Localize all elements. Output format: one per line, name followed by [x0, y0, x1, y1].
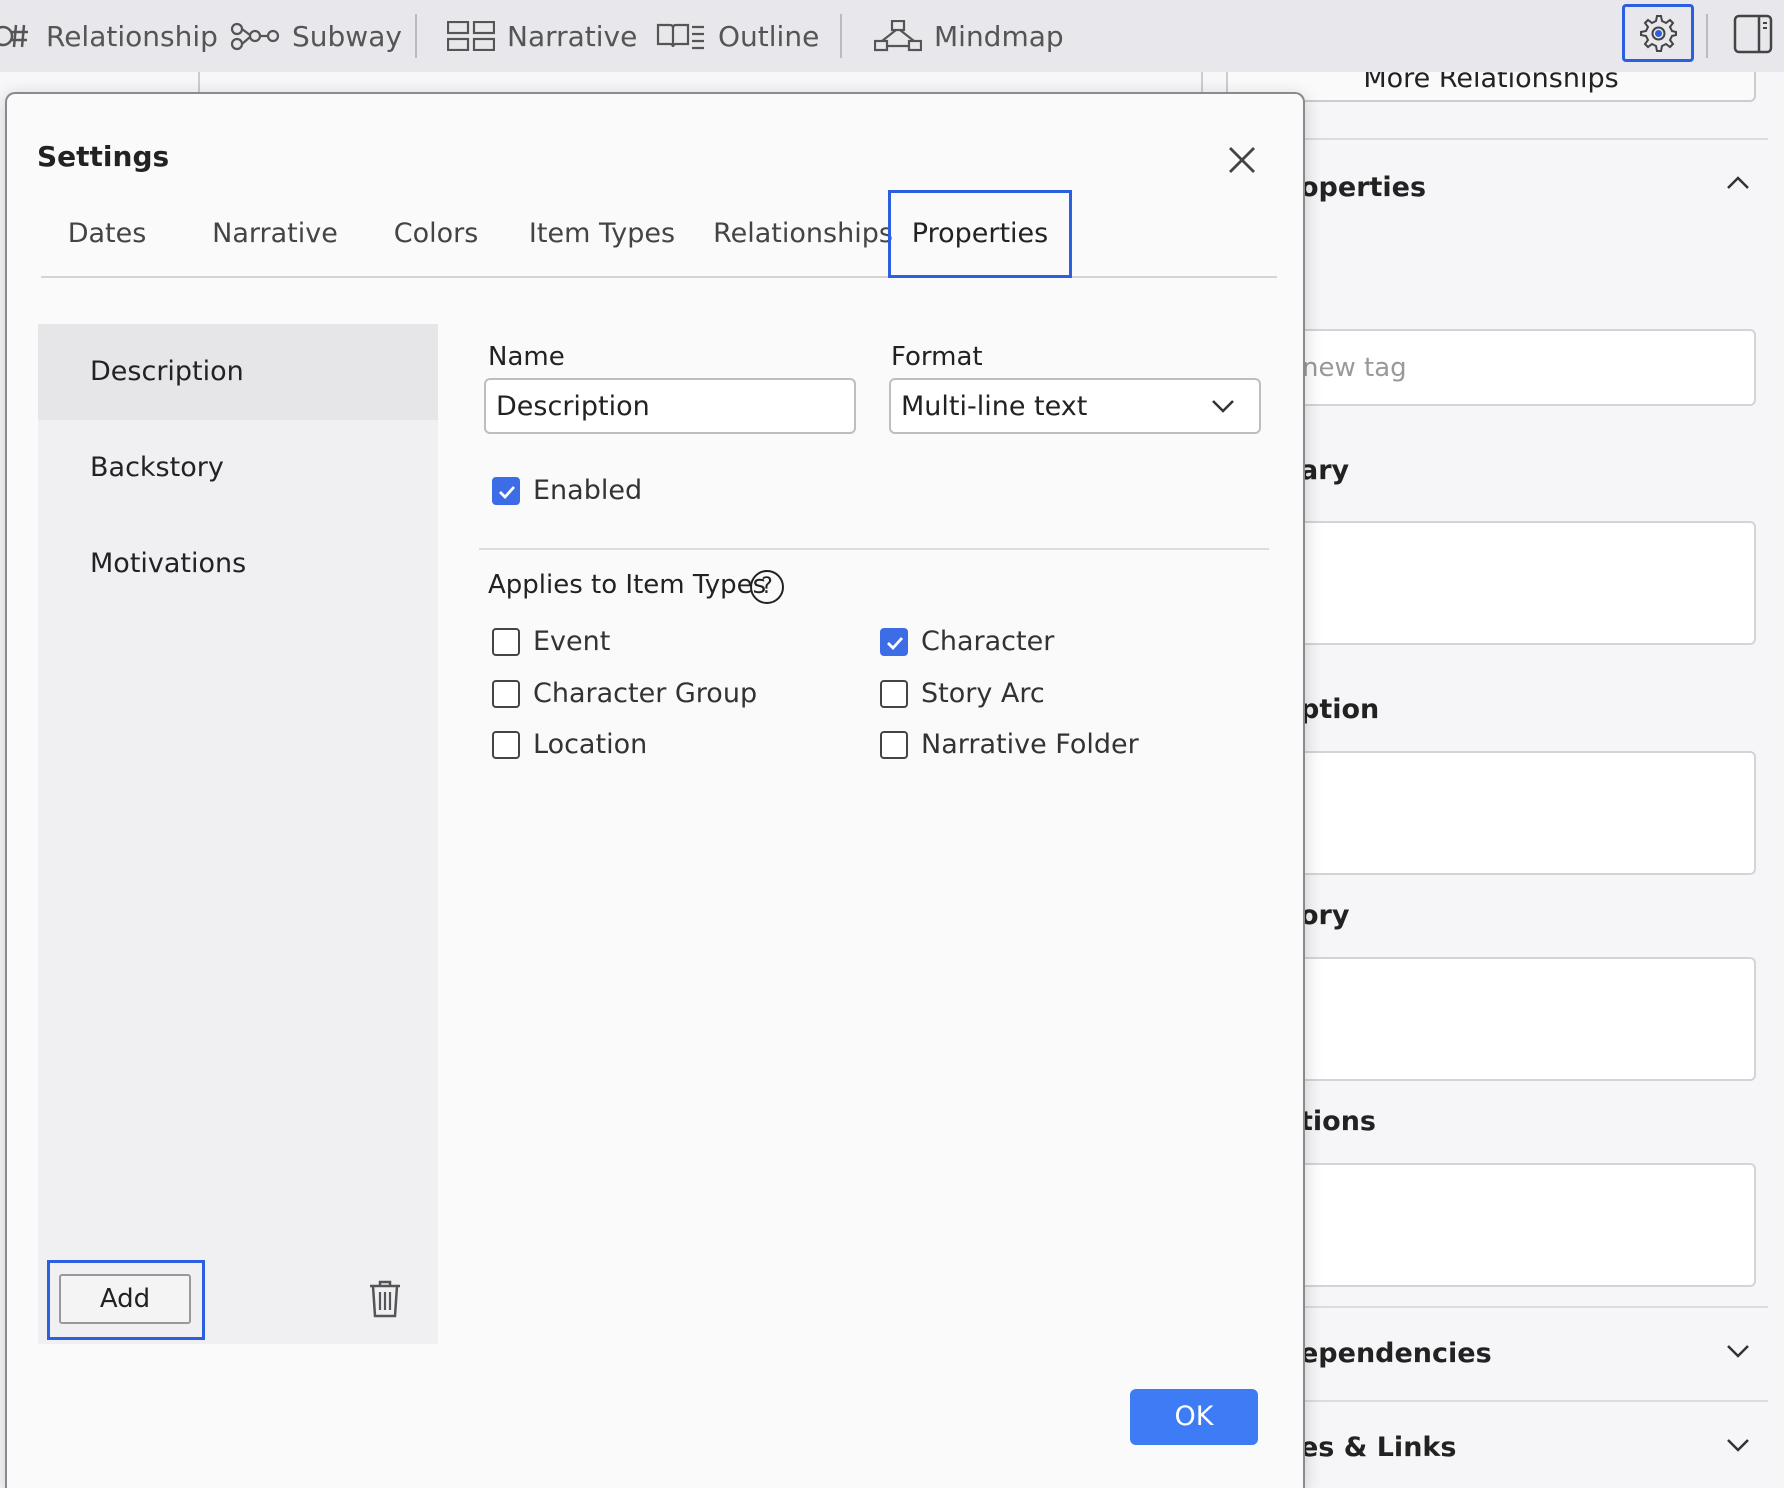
format-select[interactable]: Multi-line text [889, 378, 1261, 434]
item-type-narrative-folder-checkbox[interactable] [880, 731, 908, 759]
side-panel-icon [1733, 14, 1773, 54]
panel-divider [1226, 1306, 1768, 1308]
settings-button[interactable] [1622, 4, 1694, 62]
relationship-icon [0, 24, 28, 48]
item-type-character-group-checkbox[interactable] [492, 680, 520, 708]
gear-icon [1640, 15, 1677, 52]
property-item-backstory[interactable]: Backstory [38, 420, 438, 516]
dependencies-label: ependencies [1300, 1338, 1492, 1369]
chevron-down-icon[interactable] [1726, 1344, 1750, 1360]
mindmap-icon [874, 20, 922, 52]
chevron-down-icon[interactable] [1726, 1438, 1750, 1454]
toolbar-separator [1706, 14, 1708, 58]
subway-icon [230, 22, 280, 51]
trash-icon[interactable] [368, 1279, 402, 1319]
item-type-location-checkbox[interactable] [492, 731, 520, 759]
item-type-character-label: Character [921, 626, 1055, 657]
tab-dates[interactable]: Dates [41, 190, 173, 278]
toolbar-relationship-label: Relationship [46, 19, 218, 53]
settings-dialog: Settings Dates Narrative Colors Item Typ… [5, 92, 1305, 1488]
help-icon[interactable]: ? [750, 570, 784, 604]
tag-input[interactable]: new tag [1226, 329, 1756, 406]
form-divider [479, 548, 1269, 550]
outline-icon [656, 23, 704, 50]
panel-divider [1226, 138, 1768, 140]
tab-relationships[interactable]: Relationships [688, 190, 918, 278]
backstory-label: ory [1300, 900, 1350, 931]
enabled-label: Enabled [533, 475, 643, 506]
background-content-edge [198, 72, 1203, 92]
description-field[interactable] [1226, 751, 1756, 875]
toolbar-outline-label: Outline [718, 19, 820, 53]
toolbar-relationship[interactable]: Relationship [0, 0, 218, 72]
description-label: ption [1300, 694, 1380, 725]
chevron-down-icon [1212, 400, 1234, 413]
item-type-event-checkbox[interactable] [492, 628, 520, 656]
close-icon[interactable] [1222, 140, 1262, 180]
toolbar-subway-label: Subway [292, 19, 402, 53]
toolbar-outline[interactable]: Outline [656, 0, 819, 72]
item-type-location-label: Location [533, 729, 648, 760]
toolbar-separator [415, 14, 417, 58]
item-type-narrative-folder-label: Narrative Folder [921, 729, 1139, 760]
applies-to-item-types-label: Applies to Item Types [488, 570, 767, 600]
top-toolbar: Relationship Subway Narrative Outline Mi… [0, 0, 1784, 72]
item-type-character-checkbox[interactable] [880, 628, 908, 656]
settings-tabs: Dates Narrative Colors Item Types Relati… [41, 190, 1277, 278]
backstory-field[interactable] [1226, 957, 1756, 1081]
name-input[interactable] [484, 378, 856, 434]
chevron-up-icon[interactable] [1726, 174, 1750, 190]
toolbar-mindmap[interactable]: Mindmap [874, 0, 1064, 72]
motivations-field[interactable] [1226, 1163, 1756, 1287]
item-type-event-label: Event [533, 626, 611, 657]
format-select-value: Multi-line text [901, 390, 1088, 422]
ok-button[interactable]: OK [1130, 1389, 1258, 1445]
checkmark-icon [887, 637, 904, 651]
property-list: Description Backstory Motivations Add [38, 324, 438, 1344]
toolbar-narrative-label: Narrative [507, 19, 638, 53]
toolbar-separator [840, 14, 842, 58]
summary-field[interactable] [1226, 521, 1756, 645]
property-item-motivations[interactable]: Motivations [38, 516, 438, 612]
item-type-character-group-label: Character Group [533, 678, 758, 709]
toggle-panel-button[interactable] [1733, 14, 1773, 58]
properties-heading: operties [1300, 172, 1427, 203]
toolbar-mindmap-label: Mindmap [934, 19, 1064, 53]
tag-input-placeholder: new tag [1302, 353, 1407, 383]
summary-label: ary [1300, 455, 1350, 486]
tab-colors[interactable]: Colors [366, 190, 506, 278]
more-relationships-button[interactable]: More Relationships [1226, 72, 1756, 102]
enabled-checkbox[interactable] [492, 477, 520, 505]
tab-narrative[interactable]: Narrative [191, 190, 359, 278]
tab-item-types[interactable]: Item Types [497, 190, 707, 278]
notes-links-label: es & Links [1300, 1432, 1457, 1463]
item-type-story-arc-checkbox[interactable] [880, 680, 908, 708]
more-relationships-label: More Relationships [1363, 72, 1619, 94]
motivations-label: tions [1300, 1106, 1377, 1137]
dialog-title: Settings [37, 140, 170, 173]
name-label: Name [488, 342, 565, 372]
tab-properties[interactable]: Properties [888, 190, 1072, 278]
format-label: Format [891, 342, 983, 372]
add-button-focus: Add [47, 1260, 205, 1340]
toolbar-subway[interactable]: Subway [230, 0, 402, 72]
property-item-description[interactable]: Description [38, 324, 438, 420]
narrative-icon [447, 21, 495, 51]
add-property-button[interactable]: Add [59, 1274, 191, 1324]
checkmark-icon [499, 486, 516, 500]
panel-divider [1226, 1400, 1768, 1402]
item-type-story-arc-label: Story Arc [921, 678, 1045, 709]
toolbar-narrative[interactable]: Narrative [447, 0, 637, 72]
